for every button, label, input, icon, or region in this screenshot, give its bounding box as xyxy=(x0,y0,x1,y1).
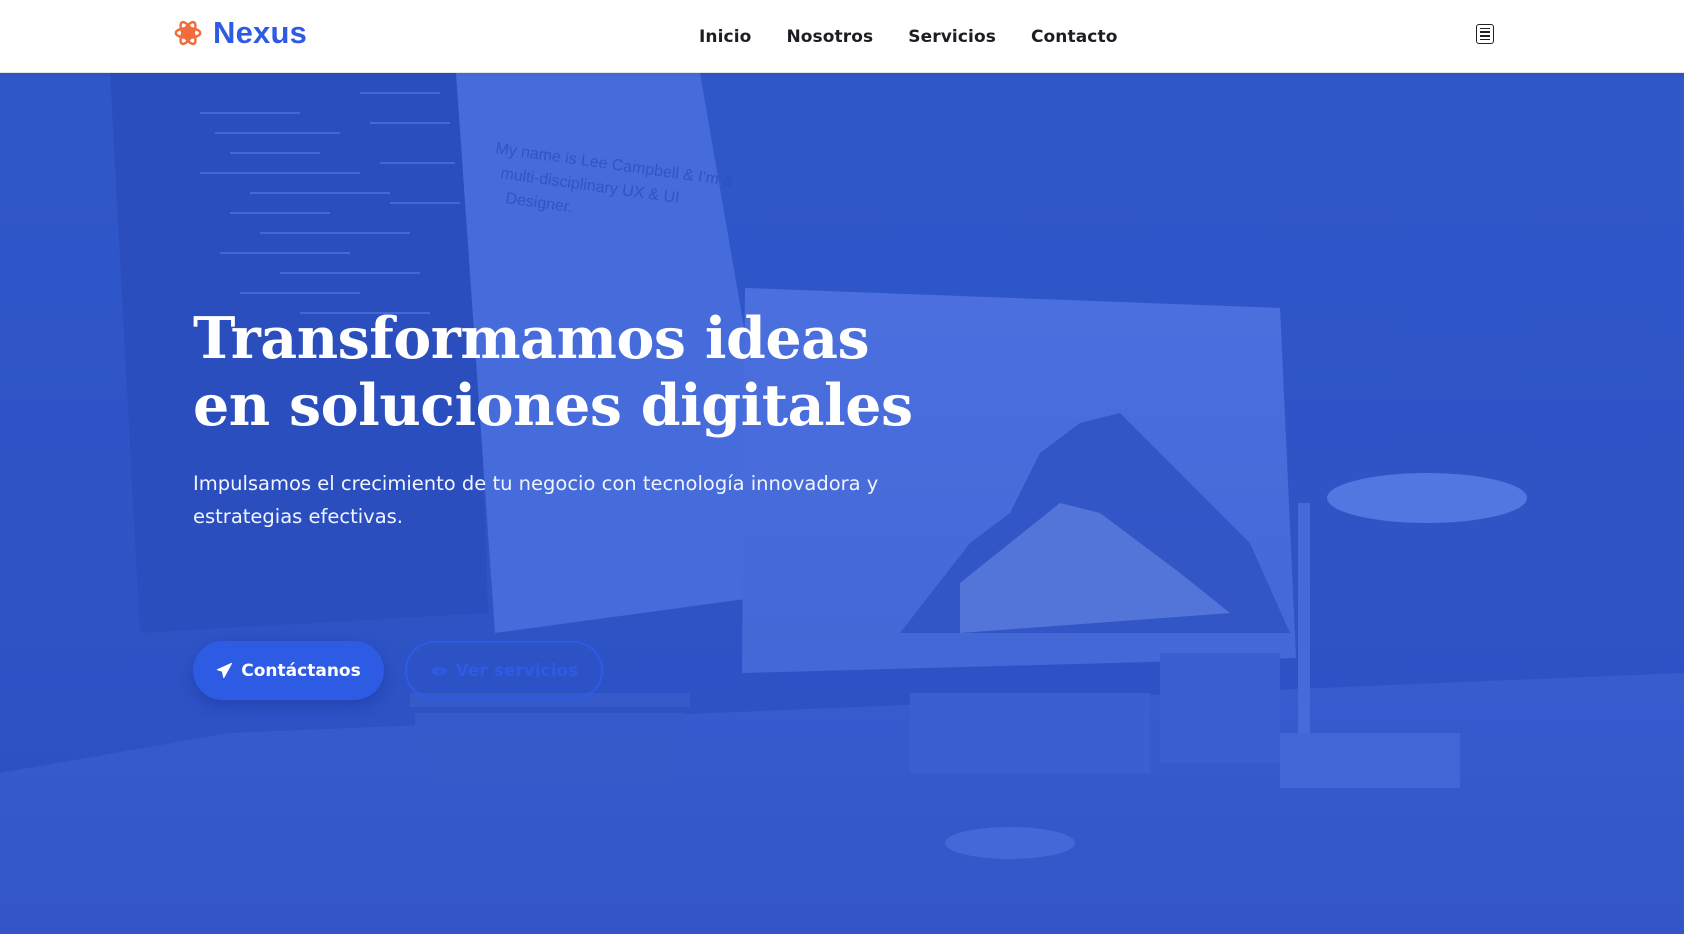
view-services-button[interactable]: Ver servicios xyxy=(405,641,603,700)
nav-link-nosotros[interactable]: Nosotros xyxy=(786,27,873,47)
hero-title: Transformamos ideas en soluciones digita… xyxy=(193,305,913,439)
contact-button[interactable]: Contáctanos xyxy=(193,641,384,700)
atom-icon xyxy=(174,20,202,46)
nav-link-inicio[interactable]: Inicio xyxy=(699,27,751,47)
nav-link-contacto[interactable]: Contacto xyxy=(1031,27,1118,47)
hero-buttons: Contáctanos Ver servicios xyxy=(193,641,603,700)
brand-logo-link[interactable]: Nexus xyxy=(173,15,308,50)
hero-subtitle: Impulsamos el crecimiento de tu negocio … xyxy=(193,472,879,528)
hero-content: Transformamos ideas en soluciones digita… xyxy=(193,305,953,700)
main-nav: Inicio Nosotros Servicios Contacto xyxy=(699,0,1118,73)
navbar: Nexus Inicio Nosotros Servicios Contacto xyxy=(0,0,1684,73)
hamburger-menu-icon[interactable] xyxy=(1476,24,1494,44)
view-services-button-label: Ver servicios xyxy=(455,660,579,681)
nav-link-servicios[interactable]: Servicios xyxy=(908,27,996,47)
hero-section: My name is Lee Campbell & I'm a multi-di… xyxy=(0,73,1684,934)
brand-name: Nexus xyxy=(213,15,308,50)
contact-button-label: Contáctanos xyxy=(241,660,361,681)
eye-icon xyxy=(430,666,447,675)
paper-plane-icon xyxy=(217,662,233,679)
